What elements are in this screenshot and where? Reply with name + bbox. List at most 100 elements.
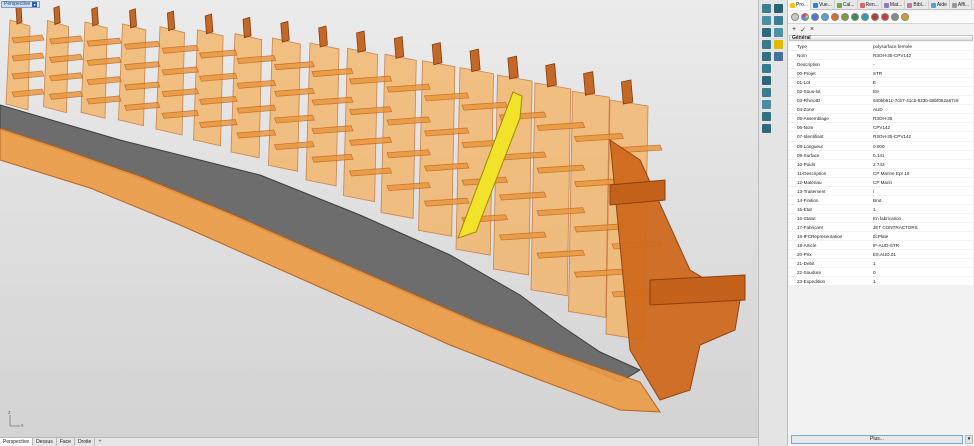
- property-row[interactable]: 18-IFCRepresentation IfcPlate: [789, 232, 973, 242]
- property-row[interactable]: 07-Identifiant R3OH-35-CPV142: [789, 132, 973, 142]
- property-row[interactable]: 03-RhinoID 640bb61c-7cb7-41cb-923b-b8bf05…: [789, 96, 973, 106]
- property-value[interactable]: E: [871, 78, 973, 86]
- property-value[interactable]: R3OH-35: [871, 114, 973, 122]
- highlight-tool-icon[interactable]: [774, 40, 783, 49]
- property-value[interactable]: 0.141: [871, 151, 973, 159]
- property-value[interactable]: IF-AUD-STR: [871, 241, 973, 249]
- environment-icon[interactable]: [851, 13, 859, 21]
- loft-tool-icon[interactable]: [774, 16, 783, 25]
- property-value[interactable]: R3OH-35-CPV142: [871, 132, 973, 140]
- property-value[interactable]: CP Marine Epr 18: [871, 169, 973, 177]
- more-button[interactable]: Plus...: [791, 435, 963, 444]
- property-row[interactable]: 14-Finition Brut: [789, 196, 973, 205]
- property-value[interactable]: CP Marin: [871, 178, 973, 186]
- decal-icon[interactable]: [831, 13, 839, 21]
- property-value[interactable]: /: [871, 187, 973, 195]
- viewport-title[interactable]: Perspective ▾: [1, 1, 41, 8]
- property-value[interactable]: STR: [871, 69, 973, 77]
- add-viewport-button[interactable]: +: [95, 438, 105, 446]
- object-properties-icon[interactable]: [791, 13, 799, 21]
- box-tool-icon[interactable]: [762, 28, 771, 37]
- remove-property-button[interactable]: ×: [810, 26, 814, 33]
- property-value[interactable]: polysurface fermée: [871, 42, 973, 50]
- property-value[interactable]: AUD: [871, 105, 973, 113]
- property-row[interactable]: 22-Soudure 0: [789, 268, 973, 278]
- property-row[interactable]: 19-Article IF-AUD-STR: [789, 241, 973, 251]
- property-row[interactable]: 20-Prix E9.AUD.01: [789, 250, 973, 260]
- tab-perspective[interactable]: Perspective: [0, 438, 34, 446]
- property-row[interactable]: 21-Debit 1: [789, 259, 973, 269]
- property-row[interactable]: 10-Poids 2.743: [789, 160, 973, 169]
- property-value[interactable]: IfcPlate: [871, 232, 973, 240]
- tab-droite[interactable]: Droite: [75, 438, 96, 446]
- property-value[interactable]: 1: [871, 205, 973, 213]
- section-header-general[interactable]: Général: [789, 35, 973, 41]
- property-value[interactable]: En fabrication: [871, 214, 973, 222]
- property-row[interactable]: 23-Expedition 1: [789, 277, 973, 287]
- panel-tab[interactable]: Affi...: [950, 0, 973, 10]
- property-row[interactable]: 11-Description CP Marine Epr 18: [789, 169, 973, 178]
- property-value[interactable]: Brut: [871, 196, 973, 204]
- property-row[interactable]: 09-Surface 0.141: [789, 151, 973, 160]
- solid-tool-icon[interactable]: [774, 4, 783, 13]
- property-value[interactable]: 2.743: [871, 160, 973, 168]
- color-icon[interactable]: [801, 13, 809, 21]
- property-row[interactable]: Nom R3OH-35-CPV142: [789, 51, 973, 61]
- property-row[interactable]: 00-Projet STR: [789, 69, 973, 79]
- tab-dessus[interactable]: Dessus: [33, 438, 57, 446]
- property-row[interactable]: 08-Longueur 0.000: [789, 142, 973, 151]
- property-value[interactable]: 640bb61c-7cb7-41cb-923b-b8bf052a67c8: [871, 96, 973, 104]
- chevron-down-icon[interactable]: ▾: [32, 2, 38, 7]
- attribute-icon[interactable]: [871, 13, 879, 21]
- highlight-icon[interactable]: [881, 13, 889, 21]
- property-value[interactable]: 1: [871, 259, 973, 267]
- analyze-tool-icon[interactable]: [762, 124, 771, 133]
- texture-icon[interactable]: [841, 13, 849, 21]
- property-row[interactable]: 12-Matériau CP Marin: [789, 178, 973, 187]
- property-value[interactable]: -: [871, 60, 973, 68]
- property-value[interactable]: JET CONTRACTORS: [871, 223, 973, 231]
- panel-tab[interactable]: Pro...: [788, 0, 811, 10]
- property-row[interactable]: 01-Lot E: [789, 78, 973, 88]
- property-row[interactable]: 13-Traitement /: [789, 187, 973, 196]
- property-row[interactable]: Type polysurface fermée: [789, 42, 973, 52]
- panel-tab[interactable]: Aide: [929, 0, 950, 10]
- property-value[interactable]: CPV142: [871, 123, 973, 131]
- chevron-down-icon[interactable]: ▾: [965, 435, 973, 444]
- property-value[interactable]: R3OH-35-CPV142: [871, 51, 973, 59]
- panel-tab[interactable]: Mat...: [882, 0, 906, 10]
- property-value[interactable]: E9.AUD.01: [871, 250, 973, 258]
- property-row[interactable]: 05-Assemblage R3OH-35: [789, 114, 973, 124]
- surface-tool-icon[interactable]: [762, 4, 771, 13]
- cylinder-tool-icon[interactable]: [774, 28, 783, 37]
- panel-tab[interactable]: Vue...: [811, 0, 835, 10]
- cap-tool-icon[interactable]: [762, 64, 771, 73]
- add-property-button[interactable]: +: [792, 26, 796, 33]
- panel-tab[interactable]: Ren...: [858, 0, 882, 10]
- mesh-icon[interactable]: [861, 13, 869, 21]
- property-value[interactable]: 0.000: [871, 142, 973, 150]
- property-row[interactable]: 02-Sous-lot E9: [789, 87, 973, 97]
- property-value[interactable]: 1: [871, 277, 973, 285]
- boolean-tool-icon[interactable]: [762, 52, 771, 61]
- property-row[interactable]: 15-Etat 1: [789, 205, 973, 214]
- perspective-viewport[interactable]: Perspective ▾ x z: [0, 0, 758, 437]
- property-row[interactable]: 04-Zone AUD: [789, 105, 973, 115]
- property-row[interactable]: Description -: [789, 60, 973, 70]
- apply-property-button[interactable]: ✓: [800, 26, 806, 34]
- sweep-tool-icon[interactable]: [762, 40, 771, 49]
- property-value[interactable]: 0: [871, 268, 973, 276]
- material-icon[interactable]: [821, 13, 829, 21]
- light-icon[interactable]: [901, 13, 909, 21]
- property-row[interactable]: 06-Nom CPV142: [789, 123, 973, 133]
- model-3d-view[interactable]: [0, 0, 758, 437]
- info-icon[interactable]: [811, 13, 819, 21]
- property-row[interactable]: 16-Statut En fabrication: [789, 214, 973, 223]
- panel-tab[interactable]: Cal...: [835, 0, 858, 10]
- offset-tool-icon[interactable]: [762, 88, 771, 97]
- property-row[interactable]: 17-Fabricant JET CONTRACTORS: [789, 223, 973, 232]
- layout-tool-icon[interactable]: [774, 52, 783, 61]
- extrude-tool-icon[interactable]: [762, 16, 771, 25]
- panel-tab[interactable]: Bibl...: [905, 0, 929, 10]
- tab-face[interactable]: Face: [57, 438, 75, 446]
